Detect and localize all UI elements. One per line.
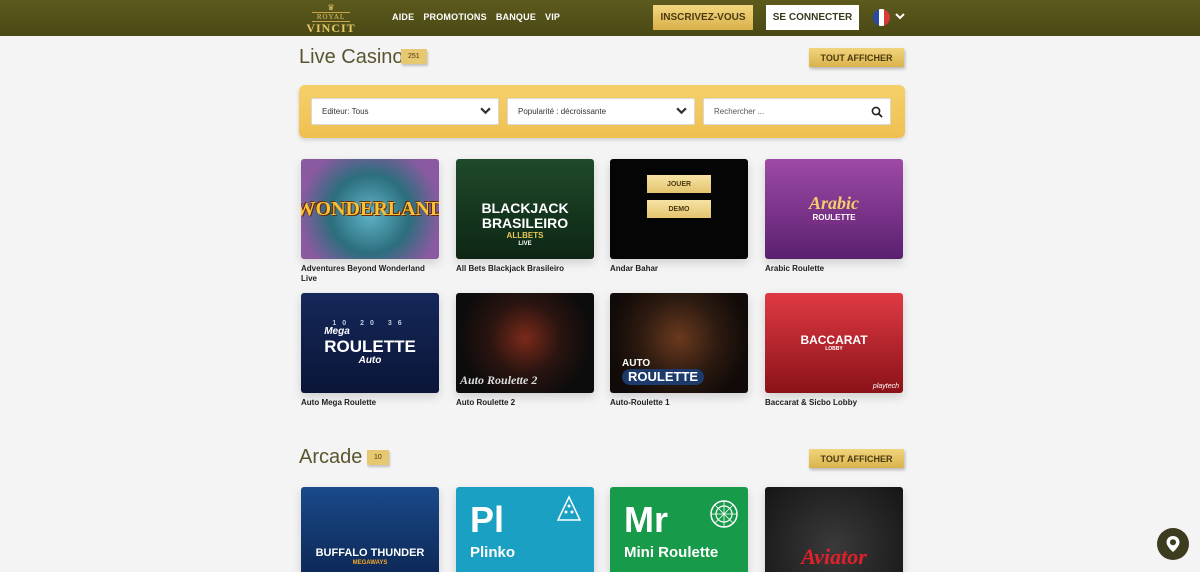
triangle-icon [556,495,582,521]
game-name: Auto Roulette 2 [456,398,516,407]
roulette-wheel-icon [710,500,738,528]
game-card[interactable]: Arabic ROULETTE Arabic Roulette [765,159,903,274]
search-icon[interactable] [871,106,883,118]
game-art-text: AUTO [622,357,651,369]
game-card[interactable]: Auto Roulette 2 Auto Roulette 2 [456,293,594,408]
help-chat-button[interactable] [1157,528,1189,560]
game-art-text: LIVE [518,240,532,247]
game-name: Baccarat & Sicbo Lobby [765,398,858,407]
game-art-text: Aviator [801,544,867,570]
signup-button[interactable]: INSCRIVEZ-VOUS [653,5,753,30]
game-thumbnail[interactable]: Aviator [765,487,903,572]
game-symbol: Pl [470,499,505,540]
provider-logo: playtech [872,383,899,390]
sort-value: Popularité : décroissante [518,107,607,116]
logo[interactable]: ♛ ROYAL VINCIT [306,3,356,35]
game-thumbnail[interactable]: Auto Roulette 2 [456,293,594,393]
game-symbol: Mr [624,499,668,540]
game-label: Plinko [470,544,516,561]
game-art-text: MEGAWAYS [352,559,388,566]
game-name: Arabic Roulette [765,264,825,273]
game-thumbnail[interactable]: BUFFALO THUNDER MEGAWAYS [301,487,439,572]
count-badge: 10 [367,450,389,465]
nav-vip[interactable]: VIP [545,12,560,22]
filter-bar: Editeur: Tous Popularité : décroissante [299,85,905,138]
game-art-text: WONDERLAND [301,197,439,220]
top-bar: ♛ ROYAL VINCIT AIDE PROMOTIONS BANQUE VI… [0,0,1200,36]
login-button[interactable]: SE CONNECTER [766,5,859,30]
game-art-text: Auto [358,354,382,366]
location-pin-icon [1166,536,1180,552]
game-card[interactable]: AUTO ROULETTE Auto-Roulette 1 [610,293,748,408]
game-art-text: ALLBETS [506,231,544,241]
game-art-text: LOBBY [825,345,843,352]
game-art-text: ROULETTE [808,213,860,224]
number-tile: 20 [360,319,380,327]
game-thumbnail[interactable]: Arabic ROULETTE [765,159,903,259]
game-label: Mini Roulette [624,544,719,561]
section-title-live-casino: Live Casino [299,46,404,68]
game-art-text: BRASILEIRO [481,214,569,231]
game-thumbnail[interactable]: WONDERLAND [301,159,439,259]
game-name: Andar Bahar [610,264,659,273]
chevron-down-icon [676,105,687,119]
game-card[interactable]: BUFFALO THUNDER MEGAWAYS [301,487,439,572]
play-button[interactable]: JOUER [647,175,711,193]
game-card[interactable]: BACCARAT LOBBY playtech Baccarat & Sicbo… [765,293,903,408]
show-all-button[interactable]: TOUT AFFICHER [809,449,904,468]
game-thumbnail[interactable]: BLACKJACK BRASILEIRO ALLBETS LIVE [456,159,594,259]
game-art-text: BACCARAT [800,333,868,348]
game-name: Auto Mega Roulette [301,398,377,407]
game-name: Auto-Roulette 1 [610,398,670,407]
game-art-text: Arabic [808,193,859,214]
number-tile: 36 [387,319,408,327]
nav-banque[interactable]: BANQUE [496,12,536,22]
demo-button[interactable]: DEMO [647,200,711,218]
game-thumbnail[interactable]: Pl Plinko [456,487,594,572]
publisher-select[interactable]: Editeur: Tous [311,98,499,125]
game-card[interactable]: Mr Mini Roulette [610,487,748,572]
fr-flag-icon[interactable] [873,9,890,26]
game-card[interactable]: 10 20 36 Mega ROULETTE Auto Auto Mega Ro… [301,293,439,408]
game-thumbnail[interactable]: 10 20 36 Mega ROULETTE Auto [301,293,439,393]
game-art-text: ROULETTE [622,369,705,385]
logo-line2: VINCIT [306,21,356,35]
game-art-text: Auto Roulette 2 [460,373,538,388]
count-badge: 251 [401,49,427,64]
publisher-value: Editeur: Tous [322,107,369,116]
game-card[interactable]: BLACKJACK BRASILEIRO ALLBETS LIVE All Be… [456,159,594,274]
game-card[interactable]: JOUER DEMO Andar Bahar [610,159,748,274]
game-art-text: ROULETTE [324,336,416,356]
game-thumbnail[interactable]: Mr Mini Roulette [610,487,748,572]
search-field [703,98,891,125]
main-nav: AIDE PROMOTIONS BANQUE VIP [392,12,560,22]
game-name: Adventures Beyond Wonderland Live [301,264,425,283]
game-card[interactable]: Pl Plinko [456,487,594,572]
search-input[interactable] [714,107,864,116]
chevron-down-icon [480,105,491,119]
game-thumbnail[interactable]: JOUER DEMO [610,159,748,259]
game-card[interactable]: WONDERLAND Adventures Beyond Wonderland … [301,159,439,284]
nav-promotions[interactable]: PROMOTIONS [423,12,487,22]
section-title-arcade: Arcade [299,446,363,468]
game-art-text: BLACKJACK [481,199,569,216]
crown-icon: ♛ [327,3,335,12]
game-card[interactable]: Aviator [765,487,903,572]
sort-select[interactable]: Popularité : décroissante [507,98,695,125]
game-thumbnail[interactable]: AUTO ROULETTE [610,293,748,393]
game-thumbnail[interactable]: BACCARAT LOBBY playtech [765,293,903,393]
nav-aide[interactable]: AIDE [392,12,414,22]
chevron-down-icon[interactable] [895,11,905,24]
show-all-button[interactable]: TOUT AFFICHER [809,48,904,67]
game-art-text: BUFFALO THUNDER [315,547,425,560]
game-name: All Bets Blackjack Brasileiro [456,264,565,273]
